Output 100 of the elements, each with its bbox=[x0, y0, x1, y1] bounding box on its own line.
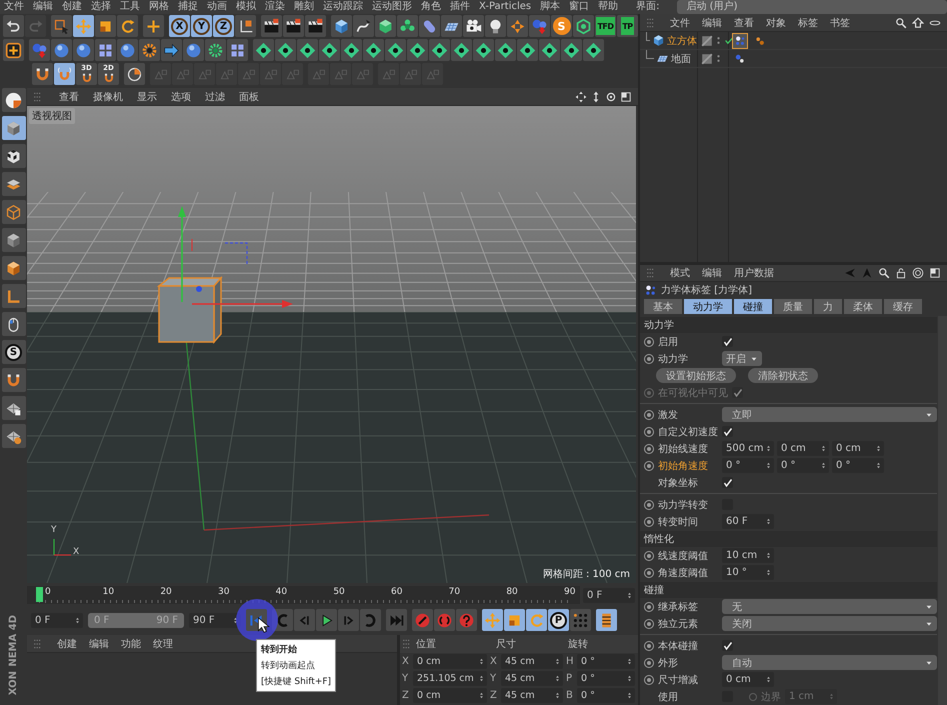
menu-item[interactable]: 查看 bbox=[734, 16, 754, 30]
dropdown[interactable]: 自动 bbox=[722, 655, 937, 670]
number-field[interactable]: 0 cm bbox=[722, 672, 774, 687]
menu-item[interactable]: 插件 bbox=[450, 1, 470, 13]
number-field[interactable]: 0 ° bbox=[832, 458, 884, 473]
menu-item[interactable]: 运动图形 bbox=[372, 1, 412, 13]
menu-item[interactable]: 捕捉 bbox=[178, 1, 198, 13]
tool-button[interactable] bbox=[316, 609, 337, 631]
checkbox[interactable] bbox=[722, 477, 733, 488]
tool-button[interactable] bbox=[305, 15, 326, 37]
tab[interactable]: 力 bbox=[814, 299, 842, 314]
menu-item[interactable]: 雕刻 bbox=[294, 1, 314, 13]
tool-button[interactable] bbox=[3, 15, 24, 37]
menu-item[interactable]: 纹理 bbox=[153, 636, 173, 650]
tool-button[interactable] bbox=[275, 39, 296, 61]
tool-button[interactable] bbox=[473, 39, 494, 61]
keyframe-button[interactable] bbox=[644, 640, 654, 650]
tool-button[interactable] bbox=[429, 39, 450, 61]
tool-button[interactable] bbox=[2, 144, 26, 168]
dropdown[interactable]: 开启 bbox=[722, 351, 762, 366]
menu-item[interactable]: 编辑 bbox=[89, 636, 109, 650]
keyframe-button[interactable] bbox=[644, 410, 654, 420]
coordinate-field[interactable]: 0 cm bbox=[413, 654, 487, 669]
checkbox[interactable] bbox=[722, 426, 733, 437]
menu-item[interactable]: 选项 bbox=[171, 90, 191, 104]
tab[interactable]: 基本 bbox=[644, 299, 682, 314]
keyframe-button[interactable] bbox=[644, 500, 654, 510]
menu-item[interactable]: 编辑 bbox=[33, 1, 53, 13]
menu-item[interactable]: 模拟 bbox=[236, 1, 256, 13]
object-name[interactable]: 地面 bbox=[671, 52, 691, 66]
menu-item[interactable]: 网格 bbox=[149, 1, 169, 13]
keyframe-button[interactable] bbox=[644, 426, 654, 436]
menu-item[interactable]: 书签 bbox=[830, 16, 850, 30]
menu-item[interactable]: 编辑 bbox=[702, 16, 722, 30]
checkbox[interactable] bbox=[722, 336, 733, 347]
tool-button[interactable] bbox=[539, 39, 560, 61]
coordinate-field[interactable]: 45 cm bbox=[501, 671, 563, 686]
keyframe-button[interactable] bbox=[644, 336, 654, 346]
tool-button[interactable] bbox=[385, 39, 406, 61]
tool-button[interactable] bbox=[319, 39, 340, 61]
tool-button[interactable]: P bbox=[548, 609, 569, 631]
tool-button[interactable] bbox=[283, 15, 304, 37]
menu-item[interactable]: 功能 bbox=[121, 636, 141, 650]
keyframe-button[interactable] bbox=[644, 674, 654, 684]
tool-button[interactable] bbox=[2, 256, 26, 280]
object-name[interactable]: 立方体 bbox=[667, 34, 697, 48]
menu-item[interactable]: 文件 bbox=[670, 16, 690, 30]
dropdown[interactable]: 无 bbox=[722, 599, 937, 614]
menu-item[interactable]: 查看 bbox=[59, 90, 79, 104]
action-button[interactable]: 清除初状态 bbox=[748, 368, 818, 383]
number-field[interactable]: 60 F bbox=[722, 514, 774, 529]
menu-item[interactable]: 用户数据 bbox=[734, 266, 774, 280]
menu-item[interactable]: 运动跟踪 bbox=[323, 1, 363, 13]
tool-button[interactable] bbox=[2, 172, 26, 196]
frame-field[interactable]: 0 F bbox=[583, 588, 635, 602]
menu-item[interactable]: X-Particles bbox=[479, 1, 532, 13]
tool-button[interactable]: S bbox=[2, 340, 26, 364]
tag-button[interactable] bbox=[732, 32, 748, 48]
tool-button[interactable] bbox=[485, 15, 506, 37]
tool-button[interactable] bbox=[2, 424, 26, 448]
tool-button[interactable] bbox=[2, 312, 26, 336]
timeline-ruler[interactable]: 0 10 20 30 40 50 60 70 80 90 bbox=[27, 586, 580, 604]
tab[interactable]: 缓存 bbox=[884, 299, 922, 314]
coordinate-field[interactable]: 45 cm bbox=[501, 654, 563, 669]
menu-item[interactable]: 渲染 bbox=[265, 1, 285, 13]
dropdown[interactable]: 立即 bbox=[722, 407, 937, 422]
tool-button[interactable] bbox=[495, 39, 516, 61]
number-field[interactable]: 0 ° bbox=[722, 458, 774, 473]
keyframe-button[interactable] bbox=[644, 568, 654, 578]
keyframe-button[interactable] bbox=[644, 602, 654, 612]
menu-item[interactable]: 过滤 bbox=[205, 90, 225, 104]
action-button[interactable]: 设置初始形态 bbox=[656, 368, 736, 383]
tool-button[interactable] bbox=[2, 396, 26, 420]
coordinate-field[interactable]: 0 ° bbox=[577, 671, 635, 686]
menu-item[interactable]: 创建 bbox=[62, 1, 82, 13]
frame-field[interactable]: 0 F bbox=[31, 612, 83, 628]
menu-item[interactable]: 选择 bbox=[91, 1, 111, 13]
tab[interactable]: 质量 bbox=[774, 299, 812, 314]
tool-button[interactable] bbox=[297, 39, 318, 61]
tool-button[interactable] bbox=[32, 63, 53, 85]
keyframe-button[interactable] bbox=[644, 550, 654, 560]
tab[interactable]: 柔体 bbox=[844, 299, 882, 314]
menu-item[interactable]: 编辑 bbox=[702, 266, 722, 280]
coordinate-field[interactable]: 251.105 cm bbox=[413, 671, 487, 686]
menu-item[interactable]: 帮助 bbox=[598, 1, 618, 13]
coordinate-field[interactable]: 0 ° bbox=[577, 688, 635, 703]
tool-button[interactable] bbox=[517, 39, 538, 61]
tool-button[interactable] bbox=[341, 39, 362, 61]
coordinate-field[interactable]: 0 cm bbox=[413, 688, 487, 703]
keyframe-button[interactable] bbox=[644, 460, 654, 470]
menu-item[interactable]: 显示 bbox=[137, 90, 157, 104]
plugin-button[interactable]: TFD bbox=[595, 15, 616, 37]
tool-button[interactable] bbox=[583, 39, 604, 61]
menu-item[interactable]: 面板 bbox=[239, 90, 259, 104]
menu-item[interactable]: 动画 bbox=[207, 1, 227, 13]
menu-item[interactable]: 模式 bbox=[670, 266, 690, 280]
tool-button[interactable] bbox=[363, 39, 384, 61]
tool-button[interactable] bbox=[463, 15, 484, 37]
menu-item[interactable]: 文件 bbox=[4, 1, 24, 13]
tool-button[interactable] bbox=[235, 15, 256, 37]
